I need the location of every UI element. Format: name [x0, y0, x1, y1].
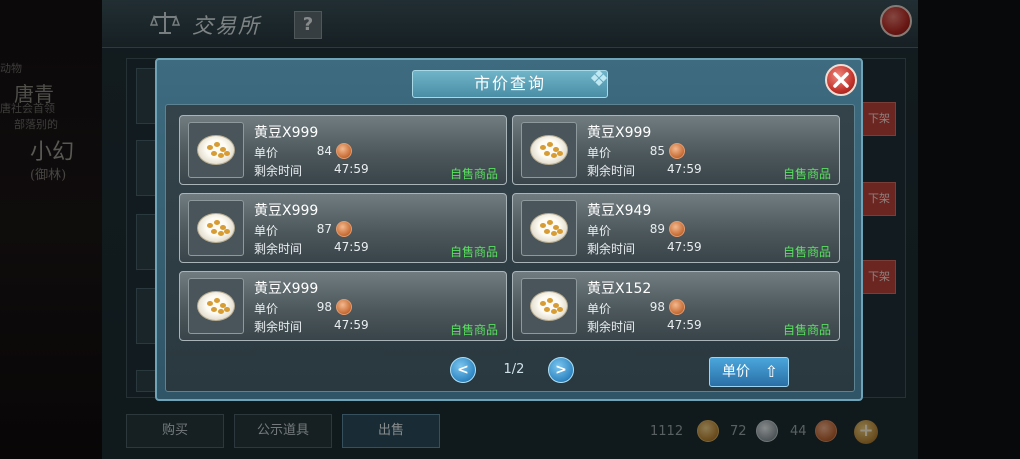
- time-label: 剩余时间: [254, 242, 303, 256]
- time-label: 剩余时间: [587, 164, 636, 178]
- sort-button-label: 单价: [722, 364, 750, 380]
- soybean-item-icon: [521, 122, 577, 178]
- close-icon: [833, 72, 849, 88]
- price-listing-card[interactable]: 黄豆X949 单价 89 剩余时间 47:59 自售商品: [512, 193, 840, 263]
- sort-by-price-button[interactable]: 单价 ⇧: [709, 357, 789, 387]
- dialog-title: 市价查询: [473, 74, 546, 93]
- copper-coin-icon: [669, 143, 685, 159]
- remaining-time: 47:59: [667, 240, 702, 254]
- copper-coin-icon: [336, 221, 352, 237]
- price-listing-card[interactable]: 黄豆X999 单价 87 剩余时间 47:59 自售商品: [179, 193, 507, 263]
- next-page-button[interactable]: >: [548, 357, 574, 383]
- price-label: 单价: [587, 302, 612, 316]
- time-label: 剩余时间: [587, 242, 636, 256]
- self-sale-tag: 自售商品: [449, 167, 498, 181]
- price-listing-card[interactable]: 黄豆X999 单价 85 剩余时间 47:59 自售商品: [512, 115, 840, 185]
- item-name: 黄豆X999: [587, 125, 652, 141]
- copper-coin-icon: [669, 221, 685, 237]
- price-label: 单价: [254, 224, 279, 238]
- item-price: 98: [649, 300, 665, 314]
- soybean-item-icon: [521, 200, 577, 256]
- self-sale-tag: 自售商品: [782, 323, 831, 337]
- remaining-time: 47:59: [334, 162, 369, 176]
- copper-coin-icon: [336, 143, 352, 159]
- price-listing-card[interactable]: 黄豆X999 单价 84 剩余时间 47:59 自售商品: [179, 115, 507, 185]
- remaining-time: 47:59: [334, 240, 369, 254]
- price-label: 单价: [587, 146, 612, 160]
- prev-page-button[interactable]: <: [450, 357, 476, 383]
- self-sale-tag: 自售商品: [449, 323, 498, 337]
- ornament-icon: ❖: [589, 67, 609, 92]
- soybean-item-icon: [188, 278, 244, 334]
- self-sale-tag: 自售商品: [449, 245, 498, 259]
- remaining-time: 47:59: [667, 318, 702, 332]
- dialog-title-banner: 市价查询: [412, 70, 608, 98]
- soybean-item-icon: [188, 122, 244, 178]
- self-sale-tag: 自售商品: [782, 167, 831, 181]
- price-label: 单价: [254, 146, 279, 160]
- item-name: 黄豆X999: [254, 125, 319, 141]
- remaining-time: 47:59: [334, 318, 369, 332]
- item-price: 89: [649, 222, 665, 236]
- price-label: 单价: [254, 302, 279, 316]
- time-label: 剩余时间: [587, 320, 636, 334]
- market-price-dialog: ❖ 市价查询 ❖ 黄豆X999 单价 84 剩余时间 47:59 自售商品: [155, 58, 863, 401]
- item-price: 87: [316, 222, 332, 236]
- remaining-time: 47:59: [667, 162, 702, 176]
- soybean-item-icon: [521, 278, 577, 334]
- soybean-item-icon: [188, 200, 244, 256]
- item-price: 85: [649, 144, 665, 158]
- price-label: 单价: [587, 224, 612, 238]
- copper-coin-icon: [669, 299, 685, 315]
- item-name: 黄豆X999: [254, 203, 319, 219]
- item-name: 黄豆X949: [587, 203, 652, 219]
- dialog-close-button[interactable]: [825, 64, 857, 96]
- item-name: 黄豆X999: [254, 281, 319, 297]
- time-label: 剩余时间: [254, 164, 303, 178]
- price-listing-card[interactable]: 黄豆X999 单价 98 剩余时间 47:59 自售商品: [179, 271, 507, 341]
- time-label: 剩余时间: [254, 320, 303, 334]
- item-name: 黄豆X152: [587, 281, 652, 297]
- item-price: 84: [316, 144, 332, 158]
- price-listing-card[interactable]: 黄豆X152 单价 98 剩余时间 47:59 自售商品: [512, 271, 840, 341]
- item-price: 98: [316, 300, 332, 314]
- copper-coin-icon: [336, 299, 352, 315]
- sort-arrow-icon: ⇧: [764, 362, 778, 381]
- self-sale-tag: 自售商品: [782, 245, 831, 259]
- page-indicator: 1/2: [503, 362, 525, 377]
